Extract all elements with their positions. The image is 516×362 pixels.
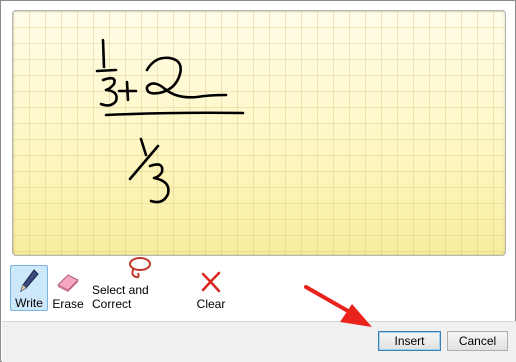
annotation-arrow-icon — [304, 285, 372, 327]
